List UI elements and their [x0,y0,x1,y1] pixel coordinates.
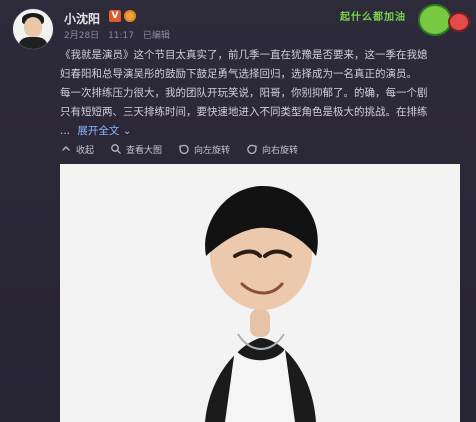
avatar[interactable] [12,8,54,50]
view-large-label: 查看大图 [126,145,163,156]
sticker-decoration: 起什么都加油 [336,2,476,42]
verified-badge: V [109,10,121,22]
expand-label: 展开全文 [77,125,120,137]
vip-badge-icon [124,10,136,22]
username-link[interactable]: 小沈阳 [64,10,100,27]
post-photo[interactable] [60,164,460,422]
collapse-label: 收起 [76,145,95,156]
rotate-right-icon [246,143,258,155]
post-text-line: 《我就是演员》这个节目太真实了，前几季一直在犹豫是否要来，这一季在我媳 [60,49,428,61]
post-time: 11:17 [108,31,134,41]
view-large-button[interactable]: 查看大图 [110,140,162,158]
sticker-cactus-icon [418,4,452,36]
collapse-icon [60,143,72,155]
post-text-line: 妇春阳和总导演吴彤的鼓励下鼓足勇气选择回归，选择成为一名真正的演员。 [60,68,417,80]
image-action-bar: 收起 查看大图 向左旋转 向右旋转 [60,140,298,158]
post-text-line: 每一次排练压力很大，我的团队开玩笑说，阳哥，你别抑郁了。的确，每一个剧 [60,87,428,99]
post-meta: 2月28日 11:17 已编辑 [64,28,176,41]
expand-full-text-link[interactable]: 展开全文 ⌄ [77,125,131,137]
avatar-body [19,37,47,49]
ellipsis: ... [60,125,71,137]
avatar-face [24,17,42,37]
post-date: 2月28日 [64,31,100,41]
post-text-line-expand: ... 展开全文 ⌄ [60,122,464,141]
post-text-line: 只有短短两、三天排练时间，要快速地进入不同类型角色是极大的挑战。在排练 [60,106,428,118]
chevron-down-icon: ⌄ [122,125,132,137]
rotate-left-button[interactable]: 向左旋转 [178,140,230,158]
rotate-right-label: 向右旋转 [262,145,299,156]
edited-status: 已编辑 [142,31,170,41]
collapse-button[interactable]: 收起 [60,140,94,158]
sticker-tomato-icon [448,12,470,32]
rotate-left-icon [178,143,190,155]
magnify-icon [110,143,122,155]
rotate-left-label: 向左旋转 [194,145,231,156]
weibo-post: 小沈阳 V 2月28日 11:17 已编辑 起什么都加油 《我就是演员》这个节目… [0,0,476,422]
sticker-text: 起什么都加油 [340,12,406,23]
post-content: 《我就是演员》这个节目太真实了，前几季一直在犹豫是否要来，这一季在我媳 妇春阳和… [60,46,464,141]
rotate-right-button[interactable]: 向右旋转 [246,140,298,158]
